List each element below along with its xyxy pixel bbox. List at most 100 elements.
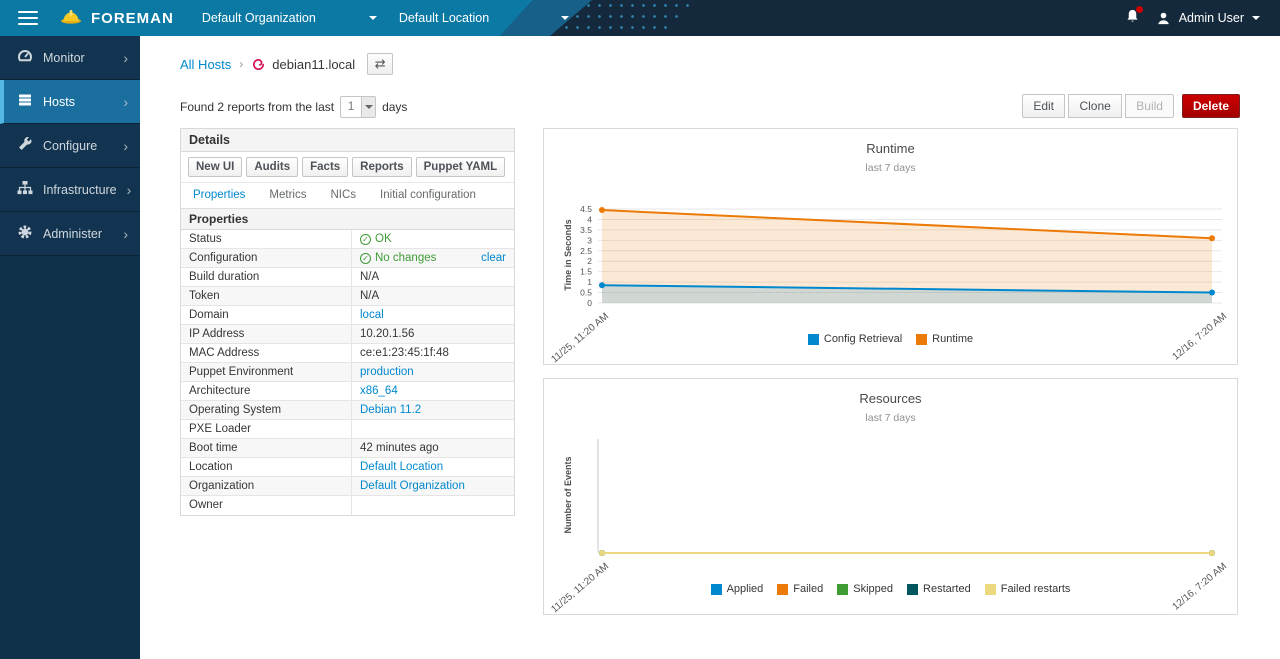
property-value: N/A [360,290,379,302]
resources-chart-panel: Resources last 7 days Number of Events 1… [543,378,1238,615]
sitemap-icon [17,180,33,199]
chevron-right-icon: › [127,182,132,198]
legend-swatch [777,584,788,595]
property-label: MAC Address [181,344,351,362]
user-menu[interactable]: Admin User [1156,11,1260,26]
legend-swatch [711,584,722,595]
report-days-select[interactable]: 1 [340,96,376,118]
property-row-domain: Domainlocal [181,306,514,325]
x-axis-tick-right: 12/16, 7:20 AM [1122,561,1229,653]
property-value-link[interactable]: production [360,366,414,378]
x-axis-tick-left: 11/25, 11:20 AM [504,561,611,653]
property-value-link[interactable]: Default Organization [360,480,465,492]
details-panel: Details New UIAuditsFactsReportsPuppet Y… [180,128,515,516]
chevron-right-icon: › [123,226,128,242]
wrench-icon [17,136,33,155]
location-menu[interactable]: Default Location [399,11,569,25]
property-label: Owner [181,496,351,515]
property-row-token: TokenN/A [181,287,514,306]
sidebar-item-infrastructure[interactable]: Infrastructure › [0,168,140,212]
tab-initial-configuration[interactable]: Initial configuration [380,189,476,201]
sidebar-item-label: Configure [43,139,97,153]
svg-text:1.5: 1.5 [580,267,592,277]
sidebar-item-monitor[interactable]: Monitor› [0,36,140,80]
legend-swatch [916,334,927,345]
property-value-link[interactable]: local [360,309,384,321]
details-button-audits[interactable]: Audits [246,157,298,177]
details-button-reports[interactable]: Reports [352,157,411,177]
details-button-new-ui[interactable]: New UI [188,157,242,177]
sidebar-item-configure[interactable]: Configure › [0,124,140,168]
sidebar-nav: Monitor›Hosts›Configure›Infrastructure›A… [0,36,140,659]
debian-icon [251,57,266,72]
foreman-brand[interactable]: FOREMAN [60,7,174,30]
property-label: PXE Loader [181,420,351,438]
legend-label: Applied [727,583,764,595]
svg-text:4: 4 [587,214,592,224]
chevron-right-icon: › [123,138,128,154]
property-value-link[interactable]: Default Location [360,461,443,473]
breadcrumb-all-hosts-link[interactable]: All Hosts [180,57,231,72]
property-label: Architecture [181,382,351,400]
legend-item-failed[interactable]: Failed [777,583,823,595]
property-value: ce:e1:23:45:1f:48 [360,347,449,359]
notifications-bell-icon[interactable] [1125,8,1140,29]
svg-text:2.5: 2.5 [580,246,592,256]
runtime-chart-panel: Runtime last 7 days Time in Seconds 00.5… [543,128,1238,365]
reports-filter-bar: Found 2 reports from the last 1 days [180,96,407,118]
legend-swatch [985,584,996,595]
tab-properties[interactable]: Properties [193,189,245,201]
clone-button[interactable]: Clone [1068,94,1121,118]
runtime-legend: Config Retrieval Runtime [544,333,1237,345]
legend-item-skipped[interactable]: Skipped [837,583,893,595]
properties-title: Properties [181,209,514,230]
property-label: Build duration [181,268,351,286]
legend-swatch [837,584,848,595]
legend-item-failed-restarts[interactable]: Failed restarts [985,583,1071,595]
sidebar-item-label: Infrastructure [43,183,117,197]
organization-menu[interactable]: Default Organization [202,11,377,25]
legend-label: Runtime [932,333,973,345]
legend-item-runtime[interactable]: Runtime [916,333,973,345]
legend-label: Failed [793,583,823,595]
details-button-puppet-yaml[interactable]: Puppet YAML [416,157,505,177]
svg-text:2: 2 [587,256,592,266]
property-value: No changes [375,252,436,264]
legend-item-restarted[interactable]: Restarted [907,583,971,595]
property-row-architecture: Architecture x86_64 [181,382,514,401]
edit-button[interactable]: Edit [1022,94,1065,118]
details-button-facts[interactable]: Facts [302,157,348,177]
legend-swatch [907,584,918,595]
svg-text:3: 3 [587,235,592,245]
property-label: Status [181,230,351,248]
legend-item-applied[interactable]: Applied [711,583,764,595]
legend-item-config-retrieval[interactable]: Config Retrieval [808,333,902,345]
property-row-ip-address: IP Address10.20.1.56 [181,325,514,344]
property-label: Organization [181,477,351,495]
legend-label: Failed restarts [1001,583,1071,595]
sidebar-item-hosts[interactable]: Hosts› [0,80,140,124]
chevron-right-icon: › [123,94,128,110]
caret-down-icon [361,97,375,117]
delete-button[interactable]: Delete [1182,94,1240,118]
menu-icon[interactable] [18,7,38,29]
property-value-link[interactable]: Debian 11.2 [360,404,421,416]
property-row-organization: Organization Default Organization [181,477,514,496]
property-value-link[interactable]: x86_64 [360,385,398,397]
clear-link[interactable]: clear [481,252,506,264]
host-switcher-icon[interactable]: ⇄ [367,53,393,75]
host-action-bar: Edit Clone Build Delete [1022,94,1240,118]
sidebar-item-label: Monitor [43,51,85,65]
server-icon [17,92,33,111]
legend-label: Restarted [923,583,971,595]
property-row-owner: Owner [181,496,514,515]
hardhat-logo-icon [60,7,82,30]
chart-title: Runtime [544,141,1237,156]
property-row-mac-address: MAC Address ce:e1:23:45:1f:48 [181,344,514,363]
sidebar-item-administer[interactable]: Administer› [0,212,140,256]
notification-badge [1136,6,1143,13]
tab-nics[interactable]: NICs [330,189,356,201]
property-label: Operating System [181,401,351,419]
tab-metrics[interactable]: Metrics [269,189,306,201]
property-label: Location [181,458,351,476]
